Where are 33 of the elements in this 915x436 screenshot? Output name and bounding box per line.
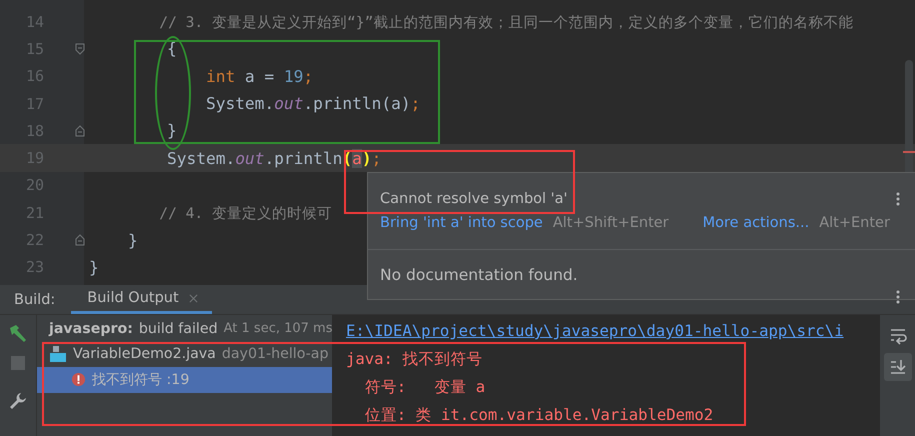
code-line: }: [126, 230, 138, 250]
quick-fix-link[interactable]: Bring 'int a' into scope: [380, 215, 543, 231]
error-tooltip-message: Cannot resolve symbol 'a': [380, 191, 568, 207]
java-file-icon: [49, 345, 67, 364]
tree-item[interactable]: VariableDemo2.java day01-hello-ap: [37, 342, 332, 367]
documentation-text: No documentation found.: [380, 266, 578, 284]
fold-marker-icon[interactable]: [75, 234, 85, 246]
more-icon[interactable]: [896, 290, 900, 304]
code-line: int a = 19;: [204, 66, 314, 86]
quick-fix-link[interactable]: More actions...: [702, 215, 810, 231]
code-line: }: [166, 121, 177, 140]
build-summary[interactable]: javasepro: build failed At 1 sec, 107 ms: [37, 316, 332, 342]
error-icon: [71, 372, 86, 388]
stop-icon[interactable]: [8, 353, 28, 373]
tree-item[interactable]: 找不到符号 :19: [37, 367, 332, 392]
panel-label: Build:: [13, 292, 56, 308]
error-message: 位置: 类 it.com.variable.VariableDemo2: [364, 405, 714, 426]
fold-marker-icon[interactable]: [75, 42, 85, 55]
code-line: }: [89, 258, 99, 277]
error-message: java: 找不到符号: [346, 349, 484, 370]
shortcut-hint: Alt+Enter: [819, 215, 890, 231]
fold-marker-icon[interactable]: [75, 124, 85, 137]
scroll-to-end-icon[interactable]: [884, 353, 912, 381]
code-line: {: [166, 39, 177, 58]
shortcut-hint: Alt+Shift+Enter: [552, 215, 669, 231]
code-line: System.out.println(a);: [204, 94, 420, 114]
file-path-link[interactable]: E:\IDEA\project\study\javasepro\day01-hello-app\src\i: [346, 318, 880, 345]
code-line: // 3. 变量是从定义开始到“}”截止的范围内有效；且同一个范围内，定义的多个变量，它们的名称不能: [158, 12, 854, 32]
close-icon[interactable]: [188, 294, 198, 302]
more-icon[interactable]: [896, 192, 900, 206]
code-line: // 4. 变量定义的时候可: [158, 204, 332, 223]
error-message: 符号: 变量 a: [364, 377, 486, 398]
wrench-icon[interactable]: [8, 391, 28, 411]
